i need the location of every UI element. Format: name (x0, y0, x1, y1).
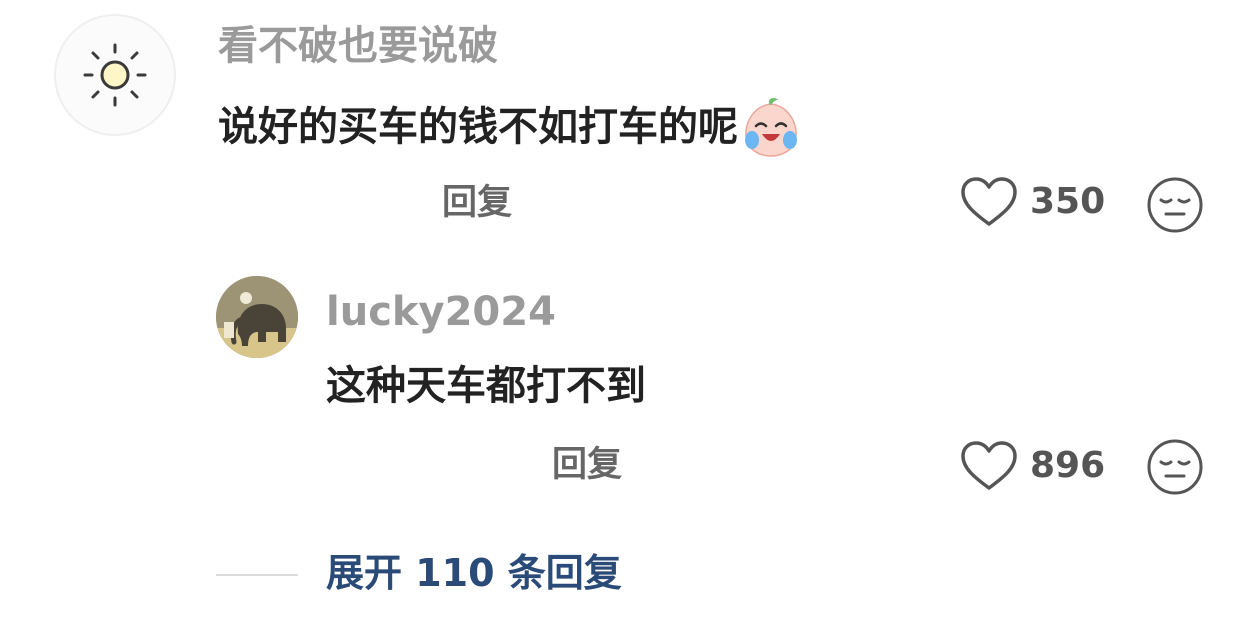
like-button[interactable]: 350 (960, 176, 1105, 228)
reply-reply-button[interactable]: 回复 (552, 448, 622, 483)
dislike-button[interactable] (1146, 176, 1204, 238)
comment-text: 说好的买车的钱不如打车的呢 (218, 104, 738, 150)
reply-dislike-button[interactable] (1146, 438, 1204, 500)
divider (216, 574, 298, 576)
neutral-face-icon (1147, 439, 1203, 495)
comment-body: 说好的买车的钱不如打车的呢 (218, 96, 802, 158)
avatar[interactable] (54, 14, 176, 136)
comment-username[interactable]: 看不破也要说破 (218, 26, 498, 66)
reply-text: 这种天车都打不到 (326, 363, 646, 409)
crying-laughing-peach-emoji-icon (745, 97, 797, 157)
reply-username[interactable]: lucky2024 (326, 292, 556, 332)
like-count: 350 (1030, 181, 1106, 222)
heart-icon (961, 441, 1017, 490)
reply-like-button[interactable]: 896 (960, 440, 1105, 492)
expand-replies-link[interactable]: 展开 110 条回复 (326, 554, 622, 592)
heart-icon (961, 177, 1017, 226)
neutral-face-icon (1147, 177, 1203, 233)
sun-icon (83, 43, 147, 107)
reply-like-count: 896 (1030, 445, 1106, 486)
elephant-photo-icon (216, 276, 298, 358)
reply-button[interactable]: 回复 (442, 186, 512, 221)
reply-avatar[interactable] (216, 276, 298, 358)
